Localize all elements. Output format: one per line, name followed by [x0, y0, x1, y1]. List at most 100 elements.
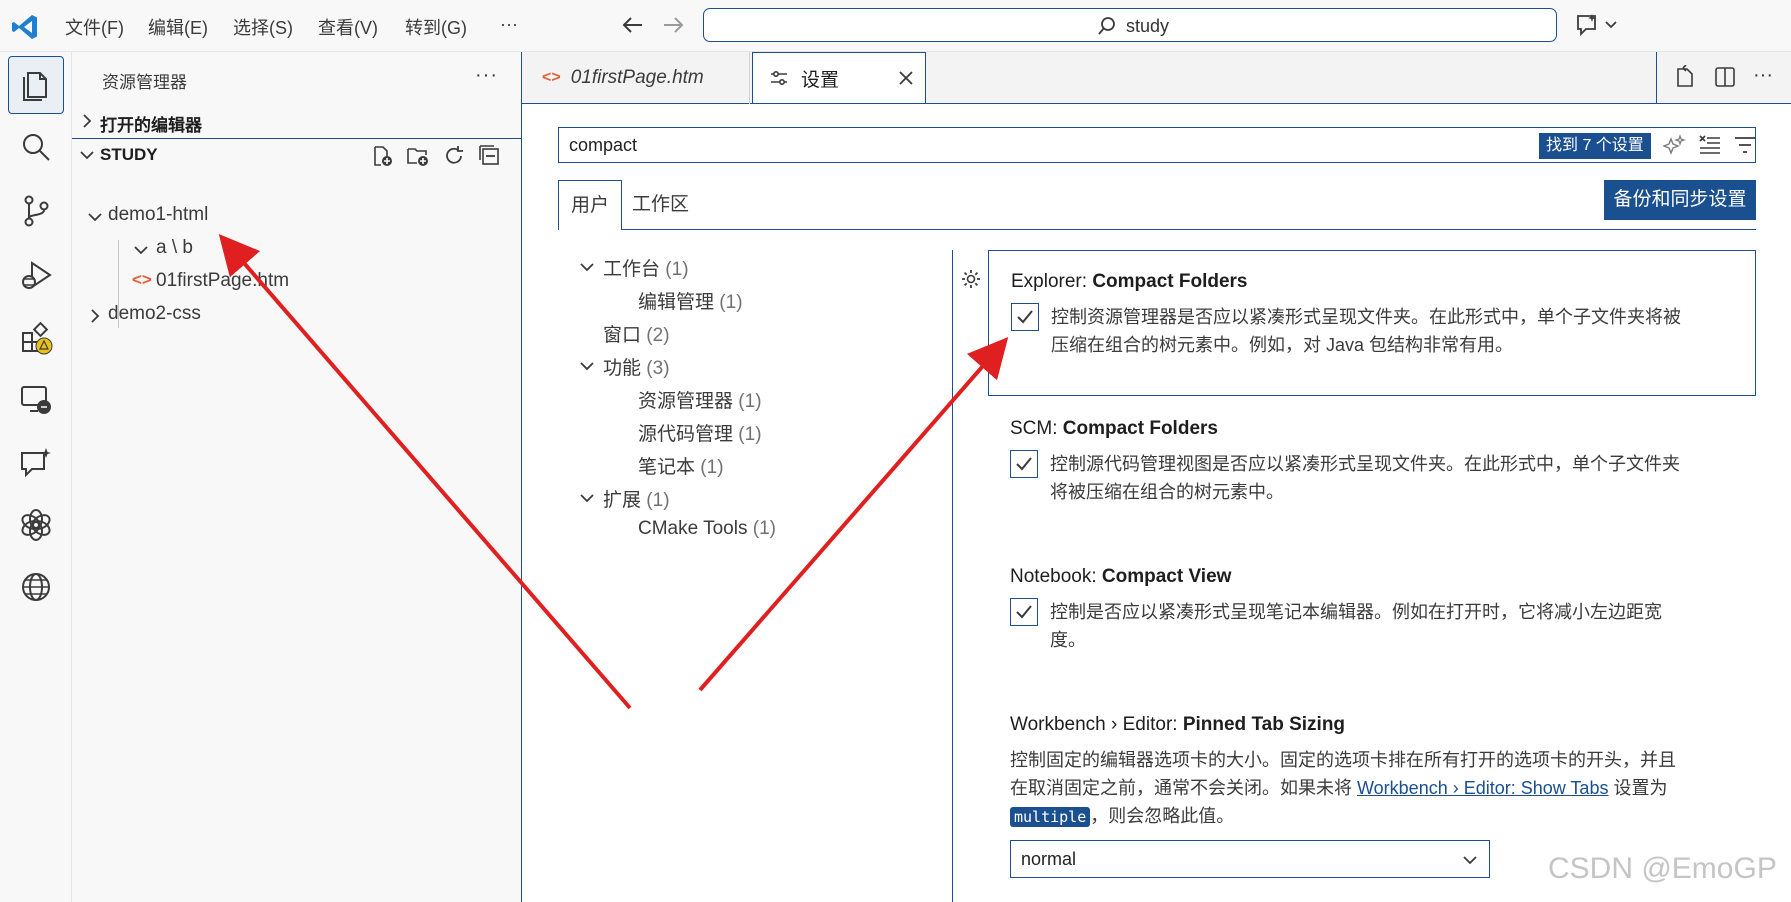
toc-source-control[interactable]: 源代码管理 (1) — [638, 417, 878, 447]
toc-count: (1) — [700, 457, 724, 478]
toc-count: (1) — [738, 391, 762, 412]
tree-file-firstpage[interactable]: <> 01firstPage.htm — [132, 268, 512, 298]
back-arrow-icon[interactable] — [620, 12, 646, 38]
settings-scope-tabs: 用户 工作区 — [558, 180, 1756, 230]
toc-editor-management[interactable]: 编辑管理 (1) — [638, 285, 878, 315]
command-center-text: study — [1126, 16, 1170, 36]
close-icon[interactable] — [897, 69, 915, 87]
setting-checkbox[interactable] — [1010, 598, 1038, 626]
desc-line: 控制固定的编辑器选项卡的大小。固定的选项卡排在所有打开的选项卡的开头，并且 — [1010, 750, 1676, 770]
source-control-activity[interactable] — [8, 182, 64, 240]
menu-more[interactable]: ··· — [500, 14, 518, 35]
menu-selection[interactable]: 选择(S) — [233, 14, 293, 40]
tree-label: demo2-css — [108, 303, 201, 324]
setting-name: Compact Folders — [1062, 418, 1218, 439]
editor-tabbar: <> 01firstPage.htm 设置 ··· — [522, 52, 1791, 104]
tab-user[interactable]: 用户 — [558, 180, 623, 230]
remote-explorer-activity[interactable] — [8, 370, 64, 428]
refresh-icon[interactable] — [442, 144, 466, 168]
extensions-activity[interactable] — [8, 308, 64, 366]
chat-activity[interactable] — [8, 434, 64, 492]
setting-title: Explorer: Compact Folders — [1011, 271, 1248, 293]
new-file-icon[interactable] — [370, 144, 394, 168]
explorer-activity[interactable] — [8, 56, 64, 114]
search-activity[interactable] — [8, 118, 64, 176]
toc-count: (1) — [665, 259, 689, 280]
sidebar-more-button[interactable]: ··· — [475, 64, 498, 87]
toc-extensions[interactable]: 扩展 (1) — [578, 483, 818, 513]
setting-checkbox[interactable] — [1011, 303, 1039, 331]
check-icon — [1016, 605, 1032, 619]
setting-checkbox[interactable] — [1010, 450, 1038, 478]
collapse-all-icon[interactable] — [478, 144, 502, 168]
chevron-down-icon — [88, 213, 102, 222]
toc-divider — [952, 250, 953, 902]
toc-count: (3) — [646, 358, 670, 379]
title-bar: 文件(F) 编辑(E) 选择(S) 查看(V) 转到(G) ··· study — [0, 0, 1791, 52]
forward-arrow-icon[interactable] — [660, 12, 686, 38]
toc-window[interactable]: 窗口 (2) — [603, 318, 843, 348]
chevron-down-icon — [1463, 856, 1477, 865]
desc-line: 度。 — [1050, 630, 1086, 650]
backup-sync-button[interactable]: 备份和同步设置 — [1604, 180, 1756, 220]
found-count-badge: 找到 7 个设置 — [1539, 133, 1651, 159]
vscode-logo-icon — [12, 15, 37, 39]
activity-bar — [0, 52, 72, 902]
explorer-sidebar: 资源管理器 ··· 打开的编辑器 STUDY demo1-html a \ b … — [72, 52, 522, 902]
tree-label: demo1-html — [108, 204, 209, 225]
tree-folder-demo2[interactable]: demo2-css — [86, 301, 516, 331]
setting-explorer-compact-folders: Explorer: Compact Folders 控制资源管理器是否应以紧凑形… — [988, 250, 1756, 396]
source-control-icon — [24, 195, 49, 227]
toc-count: (1) — [719, 292, 743, 313]
filter-icon[interactable] — [1733, 133, 1757, 157]
new-folder-icon[interactable] — [406, 144, 430, 168]
check-icon — [1017, 310, 1033, 324]
open-editors-section[interactable]: 打开的编辑器 — [72, 106, 521, 136]
tree-folder-ab[interactable]: a \ b — [132, 235, 512, 265]
clear-filter-icon[interactable] — [1698, 133, 1722, 157]
toc-count: (1) — [646, 490, 670, 511]
gear-icon[interactable] — [960, 268, 982, 290]
html-file-icon: <> — [132, 270, 152, 289]
setting-notebook-compact-view: Notebook: Compact View 控制是否应以紧凑形式呈现笔记本编辑… — [988, 546, 1756, 686]
setting-scm-compact-folders: SCM: Compact Folders 控制源代码管理视图是否应以紧凑形式呈现… — [988, 398, 1756, 538]
explorer-actions — [370, 144, 502, 168]
settings-search-input[interactable]: compact 找到 7 个设置 — [558, 127, 1756, 163]
toc-cmake-tools[interactable]: CMake Tools (1) — [638, 516, 878, 546]
select-value: normal — [1021, 849, 1077, 869]
menu-edit[interactable]: 编辑(E) — [148, 14, 208, 40]
toc-features[interactable]: 功能 (3) — [578, 351, 818, 381]
globe-activity[interactable] — [8, 558, 64, 616]
command-center[interactable]: study — [703, 8, 1557, 42]
setting-category: Notebook: — [1010, 566, 1102, 587]
tab-firstpage[interactable]: <> 01firstPage.htm — [522, 52, 750, 104]
open-settings-json-icon[interactable] — [1673, 65, 1697, 89]
open-editors-label: 打开的编辑器 — [100, 116, 202, 135]
ai-sparkle-icon[interactable] — [1662, 133, 1687, 157]
tab-settings[interactable]: 设置 — [752, 52, 926, 104]
chat-sparkle-icon[interactable] — [1575, 12, 1619, 38]
menu-go[interactable]: 转到(G) — [405, 14, 467, 40]
tab-workspace[interactable]: 工作区 — [620, 180, 701, 230]
openai-activity[interactable] — [8, 496, 64, 554]
pinned-tab-sizing-select[interactable]: normal — [1010, 840, 1490, 878]
more-actions-button[interactable]: ··· — [1753, 64, 1773, 87]
tree-folder-demo1[interactable]: demo1-html — [86, 202, 516, 232]
split-editor-icon[interactable] — [1713, 65, 1737, 89]
toc-notebook[interactable]: 笔记本 (1) — [638, 450, 878, 480]
toc-explorer[interactable]: 资源管理器 (1) — [638, 384, 878, 414]
check-icon — [1016, 457, 1032, 471]
toc-label: 笔记本 — [638, 457, 696, 478]
tab-label: 设置 — [801, 69, 840, 91]
show-tabs-link[interactable]: Workbench › Editor: Show Tabs — [1357, 778, 1608, 798]
menu-file[interactable]: 文件(F) — [65, 14, 124, 40]
setting-description: 控制源代码管理视图是否应以紧凑形式呈现文件夹。在此形式中，单个子文件夹 将被压缩… — [1050, 450, 1730, 506]
chevron-right-icon — [83, 114, 92, 128]
menu-view[interactable]: 查看(V) — [318, 14, 378, 40]
setting-name: Compact View — [1101, 566, 1232, 587]
openai-icon — [21, 509, 51, 541]
toc-workbench[interactable]: 工作台 (1) — [578, 252, 818, 282]
globe-icon — [22, 573, 50, 601]
chevron-down-icon — [580, 362, 594, 371]
run-debug-activity[interactable] — [8, 246, 64, 304]
